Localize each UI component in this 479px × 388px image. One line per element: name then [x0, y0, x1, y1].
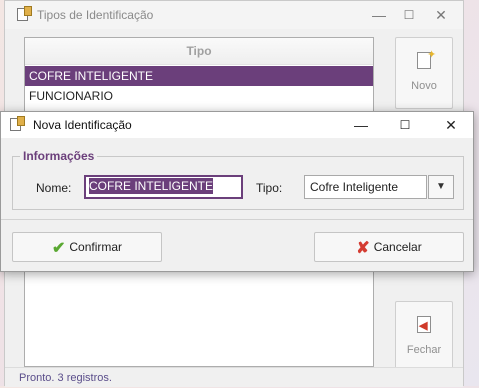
fechar-label: Fechar — [406, 344, 442, 356]
dialog-title: Nova Identificação — [33, 118, 132, 132]
cancelar-button[interactable]: ✘ Cancelar — [314, 232, 464, 262]
app-icon — [17, 6, 32, 21]
dialog-separator — [1, 219, 473, 220]
main-titlebar: Tipos de Identificação — ☐ ✕ — [5, 1, 463, 29]
nome-label: Nome: — [36, 181, 72, 195]
group-title: Informações — [20, 149, 98, 163]
check-icon: ✔ — [51, 240, 66, 257]
novo-label: Novo — [411, 80, 437, 92]
dialog-close-icon[interactable]: ✕ — [437, 115, 465, 135]
cancel-x-icon: ✘ — [356, 240, 370, 257]
dialog-app-icon — [10, 116, 25, 131]
status-bar: Pronto. 3 registros. — [5, 367, 463, 387]
tipo-label: Tipo: — [256, 181, 283, 195]
close-icon[interactable]: ✕ — [427, 5, 455, 25]
cancelar-label: Cancelar — [373, 240, 422, 254]
dialog-minimize-icon[interactable]: — — [347, 115, 375, 135]
list-item[interactable]: COFRE INTELIGENTE — [25, 66, 373, 86]
minimize-icon[interactable]: — — [365, 5, 393, 25]
list-header-tipo[interactable]: Tipo — [25, 38, 373, 65]
maximize-icon[interactable]: ☐ — [395, 5, 423, 25]
confirmar-button[interactable]: ✔ Confirmar — [12, 232, 162, 262]
dialog-maximize-icon[interactable]: ☐ — [391, 115, 419, 135]
confirmar-label: Confirmar — [69, 240, 123, 254]
novo-button[interactable]: ✦ Novo — [395, 37, 453, 109]
chevron-down-icon[interactable]: ▼ — [428, 175, 454, 199]
list-item[interactable]: FUNCIONARIO — [25, 86, 373, 106]
star-icon: ✦ — [427, 49, 437, 61]
dialog-titlebar: Nova Identificação — ☐ ✕ — [1, 112, 473, 138]
main-window-title: Tipos de Identificação — [37, 8, 154, 22]
tipo-select[interactable]: Cofre Inteligente — [304, 175, 427, 199]
nome-input[interactable]: COFRE INTELIGENTE — [84, 175, 243, 199]
nova-identificacao-dialog: Nova Identificação — ☐ ✕ Informações Nom… — [0, 111, 474, 272]
nome-input-value: COFRE INTELIGENTE — [89, 178, 214, 194]
arrow-left-icon: ◀ — [419, 320, 428, 332]
fechar-button[interactable]: ◀ Fechar — [395, 301, 453, 373]
